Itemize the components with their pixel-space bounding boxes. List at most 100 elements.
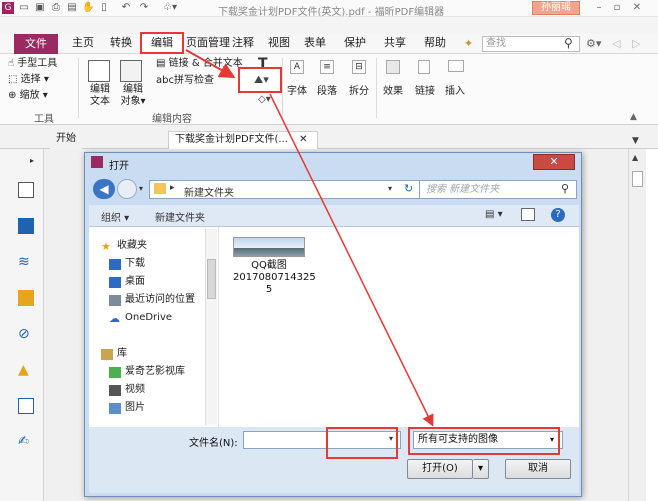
forward-button[interactable]	[117, 179, 137, 199]
dialog-search-icon[interactable]: ⚲	[561, 182, 569, 195]
shape-icon[interactable]: ◇▾	[258, 94, 271, 105]
menu-share[interactable]: 共享	[384, 36, 406, 50]
hand-tool-button[interactable]: ☝ 手型工具	[8, 58, 57, 70]
back-button[interactable]: ◀	[93, 179, 115, 199]
collapse-ribbon-icon[interactable]: ▲	[630, 112, 637, 122]
redo-icon[interactable]: ↷	[138, 2, 150, 14]
nav-iqiyi[interactable]: 爱奇艺影视库	[125, 366, 185, 378]
scroll-up-icon[interactable]: ▲	[632, 153, 638, 162]
select-button[interactable]: ⬚ 选择 ▾	[8, 74, 49, 86]
menu-edit[interactable]: 编辑	[140, 32, 184, 54]
menu-file[interactable]: 文件	[14, 34, 58, 54]
menu-view[interactable]: 视图	[268, 36, 290, 50]
menu-home[interactable]: 主页	[72, 36, 94, 50]
history-dropdown-icon[interactable]: ▾	[139, 184, 143, 193]
signature-icon[interactable]: ✍	[18, 434, 34, 450]
vertical-scrollbar[interactable]: ▲	[628, 149, 646, 501]
lock-icon[interactable]: ▲	[18, 362, 34, 378]
back-icon[interactable]: ◁	[612, 37, 620, 50]
open-button[interactable]: 打开(O)	[407, 459, 473, 479]
new-folder-button[interactable]: 新建文件夹	[155, 209, 205, 224]
comments-icon[interactable]	[18, 290, 34, 306]
open-icon[interactable]: ▭	[18, 2, 30, 14]
edit-text-button[interactable]: 编辑 文本	[86, 84, 114, 108]
cancel-button[interactable]: 取消	[505, 459, 571, 479]
nav-recent[interactable]: 最近访问的位置	[125, 294, 195, 306]
file-name-input[interactable]	[243, 431, 401, 449]
print-icon[interactable]: ⎙	[50, 2, 62, 14]
search-icon[interactable]: ⚲	[564, 36, 573, 50]
nav-library[interactable]: 库	[117, 348, 127, 360]
edit-object-line1: 编辑	[123, 84, 143, 95]
form-icon[interactable]	[18, 398, 34, 414]
insert-button[interactable]: 插入	[444, 86, 466, 98]
nav-scrollbar[interactable]	[205, 229, 217, 425]
gear-icon[interactable]: ⚙▾	[586, 37, 601, 50]
file-name-dropdown-icon[interactable]: ▾	[389, 434, 393, 443]
split-button[interactable]: 拆分	[348, 86, 370, 98]
zoom-button[interactable]: ⊕ 缩放 ▾	[8, 90, 48, 102]
scroll-thumb[interactable]	[632, 171, 643, 187]
refresh-icon[interactable]: ↻	[404, 182, 413, 195]
nav-scroll-thumb[interactable]	[207, 259, 216, 299]
spell-check-button[interactable]: abc拼写检查	[156, 75, 214, 87]
tab-dropdown-icon[interactable]: ▼	[632, 136, 639, 146]
tab-document[interactable]: 下载奖金计划PDF文件(... ✕	[168, 131, 318, 149]
favorites-star-icon: ★	[101, 240, 111, 253]
help-icon[interactable]: ?	[551, 208, 565, 222]
expand-sidebar-icon[interactable]: ▸	[30, 156, 34, 165]
link-merge-button[interactable]: ▤ 链接 & 合并文本	[156, 58, 243, 70]
file-name-label: QQ截图 2017080714325 5	[233, 260, 316, 296]
save-icon[interactable]: ▣	[34, 2, 46, 14]
link-button[interactable]: 链接	[414, 86, 436, 98]
effect-button[interactable]: 效果	[382, 86, 404, 98]
iqiyi-icon	[109, 367, 121, 378]
user-badge[interactable]: 孙丽瑶	[532, 1, 580, 15]
breadcrumb-arrow-icon[interactable]: ▸	[170, 183, 175, 193]
file-type-dropdown-icon: ▾	[550, 435, 555, 444]
file-item[interactable]: QQ截图 2017080714325 5	[233, 237, 316, 311]
file-icon[interactable]: ▯	[98, 2, 110, 14]
file-name-line3: 5	[265, 284, 273, 295]
nav-desktop[interactable]: 桌面	[125, 276, 145, 288]
open-dropdown-button[interactable]: ▾	[473, 459, 489, 479]
dialog-close-button[interactable]: ✕	[533, 154, 575, 170]
menu-organize[interactable]: 页面管理	[186, 36, 230, 50]
organize-button[interactable]: 组织 ▾	[101, 209, 129, 224]
close-icon[interactable]: ✕	[630, 2, 644, 14]
undo-icon[interactable]: ↶	[120, 2, 132, 14]
preview-icon[interactable]: ▤	[66, 2, 78, 14]
forward-icon[interactable]: ▷	[632, 37, 640, 50]
menu-comment[interactable]: 注释	[232, 36, 254, 50]
minimize-icon[interactable]: –	[592, 2, 606, 14]
nav-onedrive[interactable]: OneDrive	[125, 312, 172, 324]
nav-favorites[interactable]: 收藏夹	[117, 240, 147, 252]
nav-downloads[interactable]: 下载	[125, 258, 145, 270]
address-dropdown-icon[interactable]: ▾	[388, 184, 392, 193]
paragraph-button[interactable]: 段落	[316, 86, 338, 98]
address-bar[interactable]: ▸ 新建文件夹 ▾ ↻	[149, 180, 423, 199]
layers-icon[interactable]: ≋	[18, 254, 34, 270]
customize-icon[interactable]: ♧▾	[158, 2, 182, 14]
menu-protect[interactable]: 保护	[344, 36, 366, 50]
restore-icon[interactable]: ▫	[610, 2, 624, 14]
nav-pictures[interactable]: 图片	[125, 402, 145, 414]
tab-start[interactable]: 开始	[50, 131, 82, 149]
file-name-line2: 2017080714325	[233, 272, 316, 283]
edit-object-button[interactable]: 编辑 对象▾	[118, 84, 148, 108]
menu-convert[interactable]: 转换	[110, 36, 132, 50]
view-options-icon[interactable]: ▤ ▾	[485, 209, 503, 220]
tab-close-icon[interactable]: ✕	[299, 134, 307, 145]
dialog-search-input[interactable]: 搜索 新建文件夹	[419, 180, 577, 199]
nav-videos[interactable]: 视频	[125, 384, 145, 396]
file-type-select[interactable]: 所有可支持的图像 ▾	[413, 431, 563, 449]
page-icon[interactable]	[18, 182, 34, 198]
preview-pane-icon[interactable]	[521, 208, 535, 221]
attachment-icon[interactable]: ⊘	[18, 326, 34, 342]
font-button[interactable]: 字体	[286, 86, 308, 98]
menu-form[interactable]: 表单	[304, 36, 326, 50]
hand-icon[interactable]: ✋	[82, 2, 94, 14]
image-insert-button[interactable]: ⛰▾	[238, 67, 282, 93]
menu-help[interactable]: 帮助	[424, 36, 446, 50]
pages-panel-icon[interactable]	[18, 218, 34, 234]
